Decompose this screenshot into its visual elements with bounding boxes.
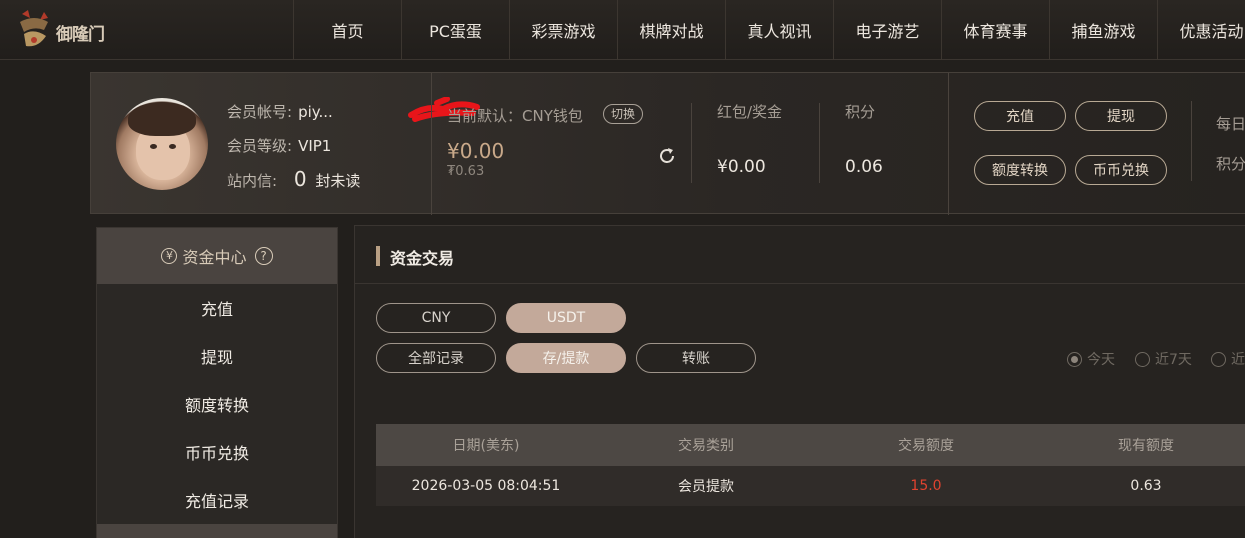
account-label: 会员帐号:	[227, 103, 293, 121]
main-nav: 首页 PC蛋蛋 彩票游戏 棋牌对战 真人视讯 电子游艺 体育赛事 捕鱼游戏 优惠…	[293, 0, 1245, 60]
sidebar-item-transfer[interactable]: 额度转换	[97, 380, 337, 428]
nav-slots[interactable]: 电子游艺	[833, 0, 941, 60]
nav-lottery[interactable]: 彩票游戏	[509, 0, 617, 60]
account-row: 会员帐号: piy...	[227, 101, 333, 122]
radio-unchecked-icon	[1135, 351, 1150, 367]
account-value: piy...	[298, 103, 333, 121]
divider	[691, 103, 692, 183]
points-value: 0.06	[845, 157, 883, 177]
recharge-button[interactable]: 充值	[974, 101, 1066, 131]
range-more-label: 近	[1231, 352, 1245, 368]
points-label-right: 积分	[1216, 155, 1245, 173]
avatar[interactable]	[116, 98, 208, 190]
help-icon[interactable]: ?	[254, 247, 273, 265]
range-today-radio[interactable]: 今天	[1067, 349, 1115, 369]
dragon-logo-icon	[20, 10, 48, 47]
points-label: 积分	[845, 103, 876, 121]
nav-chess-cards[interactable]: 棋牌对战	[617, 0, 725, 60]
mail-unit: 封未读	[315, 172, 361, 190]
cell-type: 会员提款	[678, 479, 734, 495]
sidebar-item-exchange[interactable]: 币币兑换	[97, 428, 337, 476]
nav-sports[interactable]: 体育赛事	[941, 0, 1049, 60]
sidebar-item-withdraw[interactable]: 提现	[97, 332, 337, 380]
sidebar-item-recharge-records[interactable]: 充值记录	[97, 476, 337, 524]
mail-count: 0	[293, 167, 307, 191]
range-today-label: 今天	[1087, 352, 1115, 368]
level-value: VIP1	[298, 137, 332, 155]
panel-title: 资金交易	[390, 249, 455, 268]
level-row: 会员等级: VIP1	[227, 135, 331, 156]
cell-balance: 0.63	[1130, 478, 1162, 494]
exchange-button[interactable]: 币币兑换	[1075, 155, 1167, 185]
wallet-usdt-amount: ₮0.63	[447, 164, 485, 179]
refresh-icon[interactable]	[657, 146, 677, 166]
range-7days-radio[interactable]: 近7天	[1135, 349, 1192, 369]
col-balance: 现有额度	[1118, 438, 1174, 454]
withdraw-button[interactable]: 提现	[1075, 101, 1167, 131]
transfer-button[interactable]: 额度转换	[974, 155, 1066, 185]
currency-cny-button[interactable]: CNY	[376, 303, 496, 333]
nav-live-casino[interactable]: 真人视讯	[725, 0, 833, 60]
table-row[interactable]: 2026-03-05 08:04:51 会员提款 15.0 0.63	[376, 466, 1245, 506]
col-date: 日期(美东)	[452, 438, 520, 454]
divider	[948, 73, 949, 215]
col-amount: 交易额度	[898, 438, 954, 454]
radio-checked-icon	[1067, 351, 1082, 367]
divider	[1191, 101, 1192, 181]
divider	[819, 103, 820, 183]
daily-label: 每日	[1216, 115, 1245, 133]
site-logo[interactable]: 御隆门	[14, 8, 114, 54]
range-7days-label: 近7天	[1155, 352, 1192, 368]
panel-header: 资金交易	[355, 226, 1245, 284]
coin-icon: ¥	[161, 248, 178, 264]
mail-row[interactable]: 站内信: 0 封未读	[227, 167, 360, 191]
range-more-radio[interactable]: 近	[1211, 349, 1245, 369]
logo-text: 御隆门	[56, 25, 105, 45]
cell-amount: 15.0	[910, 478, 942, 494]
level-label: 会员等级:	[227, 137, 293, 155]
table-header: 日期(美东) 交易类别 交易额度 现有额度	[376, 424, 1245, 466]
wallet-amount: ¥0.00	[447, 139, 505, 163]
col-type: 交易类别	[678, 438, 734, 454]
sidebar-item-active[interactable]	[97, 524, 337, 538]
nav-home[interactable]: 首页	[293, 0, 401, 60]
top-navbar: 御隆门 首页 PC蛋蛋 彩票游戏 棋牌对战 真人视讯 电子游艺 体育赛事 捕鱼游…	[0, 0, 1245, 60]
sidebar-title: 资金中心	[182, 248, 247, 267]
sidebar-item-recharge[interactable]: 充值	[97, 284, 337, 332]
wallet-label: 当前默认：CNY钱包	[447, 107, 583, 125]
fund-center-sidebar: ¥ 资金中心 ? 充值 提现 额度转换 币币兑换 充值记录	[96, 227, 338, 538]
fund-transactions-panel: 资金交易 CNY USDT 全部记录 存/提款 转账 今天 近7天 近 日期(美…	[354, 225, 1245, 538]
sidebar-header: ¥ 资金中心 ?	[97, 228, 337, 284]
currency-usdt-button[interactable]: USDT	[506, 303, 626, 333]
member-profile-panel: 会员帐号: piy... 会员等级: VIP1 站内信: 0 封未读 当前默认：CN…	[90, 72, 1245, 215]
bonus-value: ¥0.00	[717, 157, 766, 177]
filter-transfer-button[interactable]: 转账	[636, 343, 756, 373]
filter-deposit-withdraw-button[interactable]: 存/提款	[506, 343, 626, 373]
bonus-label: 红包/奖金	[717, 103, 783, 121]
nav-promotions[interactable]: 优惠活动	[1157, 0, 1245, 60]
title-accent-bar	[376, 246, 380, 266]
nav-fishing[interactable]: 捕鱼游戏	[1049, 0, 1157, 60]
mail-label: 站内信:	[227, 172, 278, 190]
nav-pc-egg[interactable]: PC蛋蛋	[401, 0, 509, 60]
switch-wallet-button[interactable]: 切换	[603, 104, 644, 124]
filter-all-records-button[interactable]: 全部记录	[376, 343, 496, 373]
cell-date: 2026-03-05 08:04:51	[411, 478, 561, 494]
divider	[431, 73, 432, 215]
transactions-table: 日期(美东) 交易类别 交易额度 现有额度 2026-03-05 08:04:5…	[376, 424, 1245, 506]
radio-unchecked-icon	[1211, 351, 1226, 367]
